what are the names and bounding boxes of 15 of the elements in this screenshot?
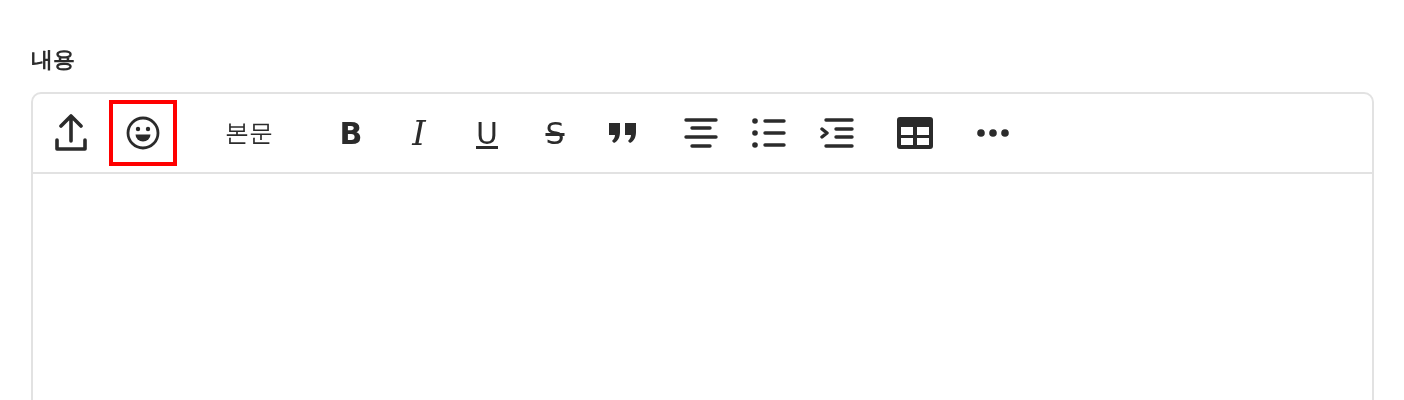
strike-button[interactable]: S [525, 100, 585, 166]
smiley-icon [126, 116, 160, 150]
bold-button[interactable]: B [321, 100, 381, 166]
bullet-list-icon [752, 118, 786, 148]
italic-button[interactable]: I [389, 100, 449, 166]
indent-icon [820, 118, 854, 148]
field-label: 내용 [31, 46, 76, 74]
more-icon [977, 129, 1009, 137]
align-center-icon [684, 118, 718, 148]
underline-button[interactable]: U [457, 100, 517, 166]
upload-icon [54, 114, 88, 152]
quote-icon [608, 122, 638, 144]
text-style-button[interactable]: 본문 [195, 100, 303, 166]
emoji-button[interactable] [109, 100, 177, 166]
table-icon [897, 117, 933, 149]
